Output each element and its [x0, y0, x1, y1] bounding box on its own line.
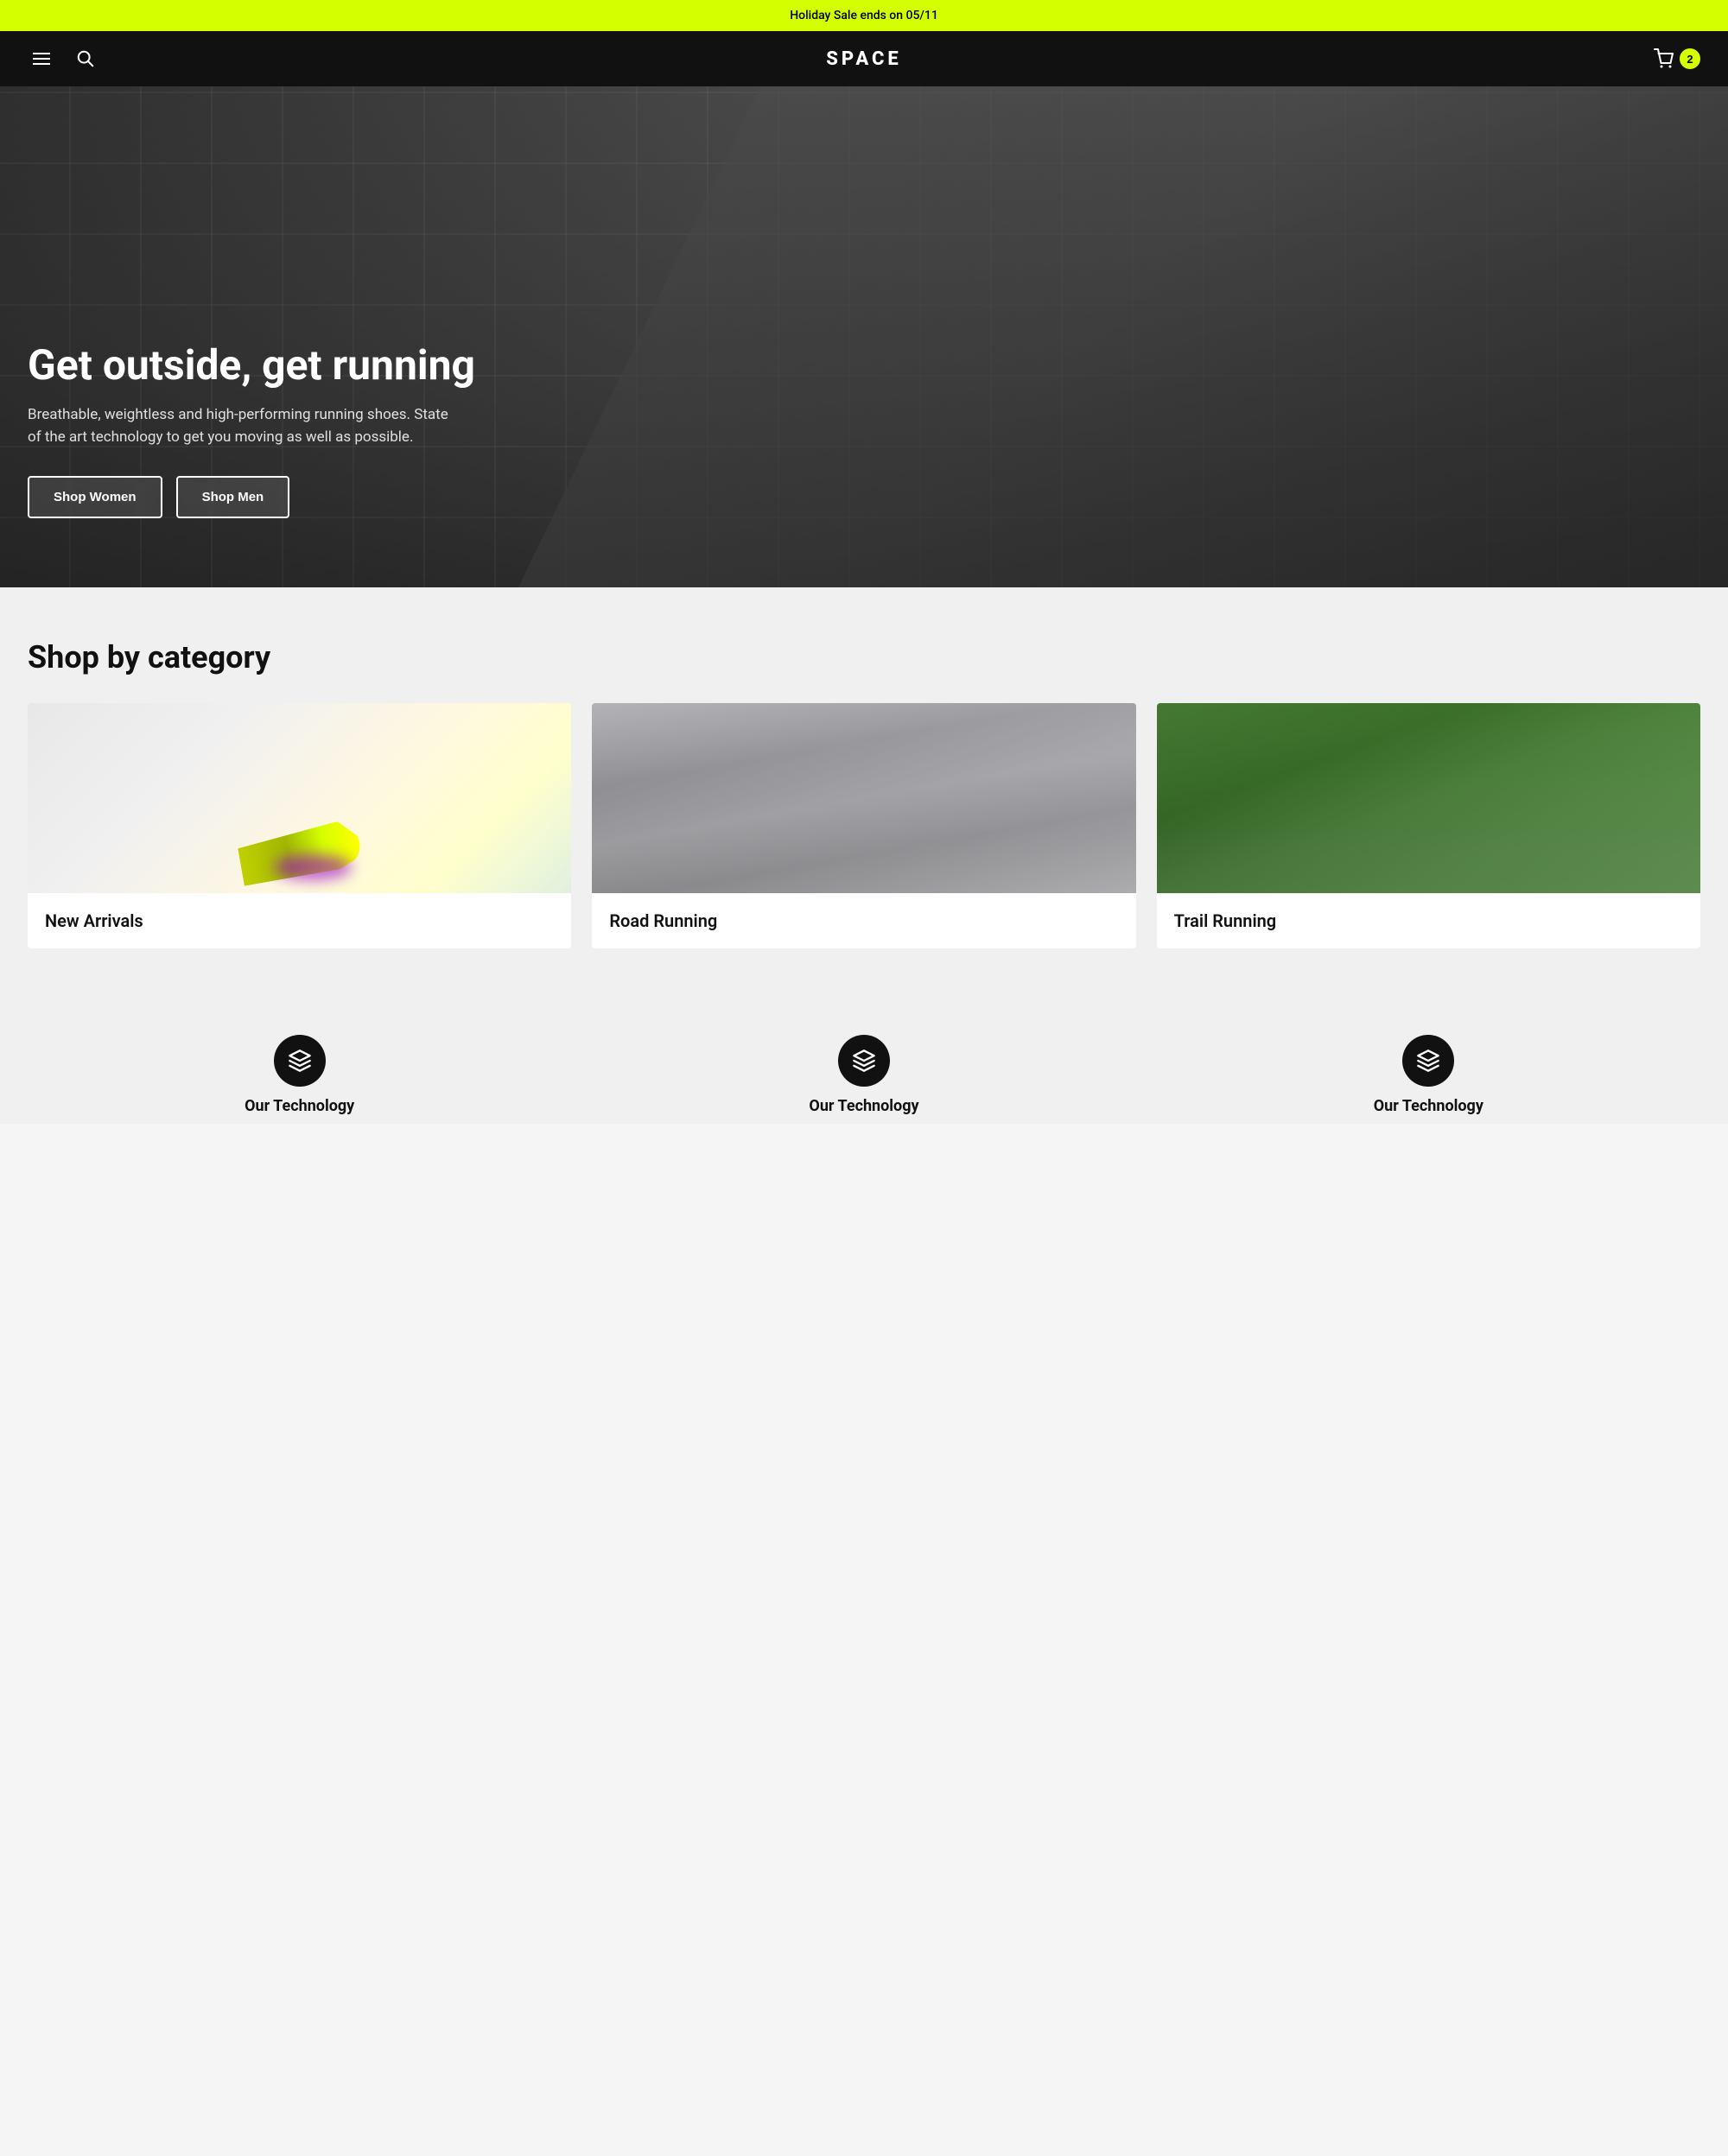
- site-logo[interactable]: SPACE: [826, 48, 902, 70]
- tech-section: Our Technology Our Technology Our Techno…: [0, 1018, 1728, 1124]
- menu-icon: [31, 48, 52, 69]
- tech-block-2: Our Technology: [592, 1035, 1135, 1115]
- hero-cta-group: Shop Women Shop Men: [28, 476, 475, 518]
- shop-men-button[interactable]: Shop Men: [176, 476, 290, 518]
- category-card-trail-running[interactable]: Trail Running: [1157, 703, 1700, 948]
- cart-icon: [1654, 48, 1674, 69]
- header-left: [28, 45, 98, 73]
- category-image-new-arrivals: [28, 703, 571, 893]
- search-icon: [76, 49, 95, 68]
- category-image-trail-running: [1157, 703, 1700, 893]
- category-image-road-running: [592, 703, 1135, 893]
- category-grid: New Arrivals Road Running Trail Running: [28, 703, 1700, 948]
- hero-section: Get outside, get running Breathable, wei…: [0, 86, 1728, 587]
- tech-circle-2: [838, 1035, 890, 1087]
- tech-circle-1: [274, 1035, 326, 1087]
- category-section: Shop by category New Arrivals Road Runni…: [0, 587, 1728, 1018]
- tech-circle-3: [1402, 1035, 1454, 1087]
- hero-subtitle: Breathable, weightless and high-performi…: [28, 404, 460, 448]
- tech-icon-3: [1416, 1049, 1440, 1073]
- tech-heading-row: Our Technology Our Technology Our Techno…: [28, 1035, 1700, 1115]
- category-label-road-running: Road Running: [592, 893, 1135, 948]
- announcement-text: Holiday Sale ends on 05/11: [790, 9, 938, 22]
- tech-heading-label-1: Our Technology: [245, 1097, 354, 1115]
- category-label-trail-running: Trail Running: [1157, 893, 1700, 948]
- announcement-bar: Holiday Sale ends on 05/11: [0, 0, 1728, 31]
- search-button[interactable]: [73, 46, 98, 72]
- header-right: 2: [1654, 48, 1700, 69]
- category-card-road-running[interactable]: Road Running: [592, 703, 1135, 948]
- shop-women-button[interactable]: Shop Women: [28, 476, 162, 518]
- category-section-title: Shop by category: [28, 639, 1700, 675]
- cart-count-badge: 2: [1680, 48, 1700, 69]
- cart-button[interactable]: 2: [1654, 48, 1700, 69]
- hero-background-visual: [518, 86, 1728, 587]
- tech-icon-1: [288, 1049, 312, 1073]
- header: SPACE 2: [0, 31, 1728, 86]
- hero-title: Get outside, get running: [28, 343, 475, 389]
- category-card-new-arrivals[interactable]: New Arrivals: [28, 703, 571, 948]
- category-label-new-arrivals: New Arrivals: [28, 893, 571, 948]
- hero-content: Get outside, get running Breathable, wei…: [28, 343, 475, 518]
- tech-heading-label-2: Our Technology: [809, 1097, 918, 1115]
- tech-icon-2: [852, 1049, 876, 1073]
- tech-block-3: Our Technology: [1157, 1035, 1700, 1115]
- tech-heading-label-3: Our Technology: [1374, 1097, 1483, 1115]
- tech-block-1: Our Technology: [28, 1035, 571, 1115]
- menu-button[interactable]: [28, 45, 55, 73]
